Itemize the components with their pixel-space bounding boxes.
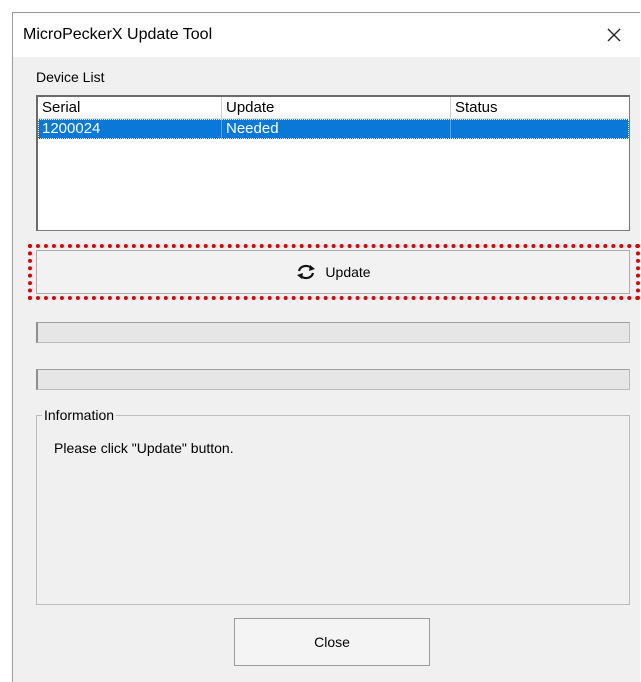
table-row[interactable]: 1200024 Needed	[38, 119, 629, 139]
update-tool-window: MicroPeckerX Update Tool Device List Ser…	[12, 12, 640, 682]
close-icon	[607, 28, 621, 42]
cell-serial: 1200024	[38, 119, 222, 139]
progress-bar-2	[36, 369, 630, 390]
information-legend: Information	[42, 407, 117, 423]
close-button-label: Close	[314, 634, 350, 650]
progress-bar-1	[36, 322, 630, 343]
close-button[interactable]: Close	[234, 618, 430, 666]
device-list-header: Serial Update Status	[38, 97, 629, 119]
window-title: MicroPeckerX Update Tool	[23, 26, 213, 43]
window-close-icon[interactable]	[600, 21, 628, 49]
column-header-status[interactable]: Status	[451, 97, 628, 119]
column-header-serial[interactable]: Serial	[38, 97, 222, 119]
title-bar: MicroPeckerX Update Tool	[13, 13, 640, 57]
information-message: Please click "Update" button.	[54, 440, 234, 456]
highlight-frame	[28, 244, 640, 300]
column-header-update[interactable]: Update	[222, 97, 451, 119]
cell-status	[451, 119, 628, 139]
cell-update: Needed	[222, 119, 451, 139]
device-list-label: Device List	[36, 69, 105, 85]
device-list[interactable]: Serial Update Status 1200024 Needed	[36, 95, 630, 231]
information-group: Information Please click "Update" button…	[36, 407, 630, 605]
